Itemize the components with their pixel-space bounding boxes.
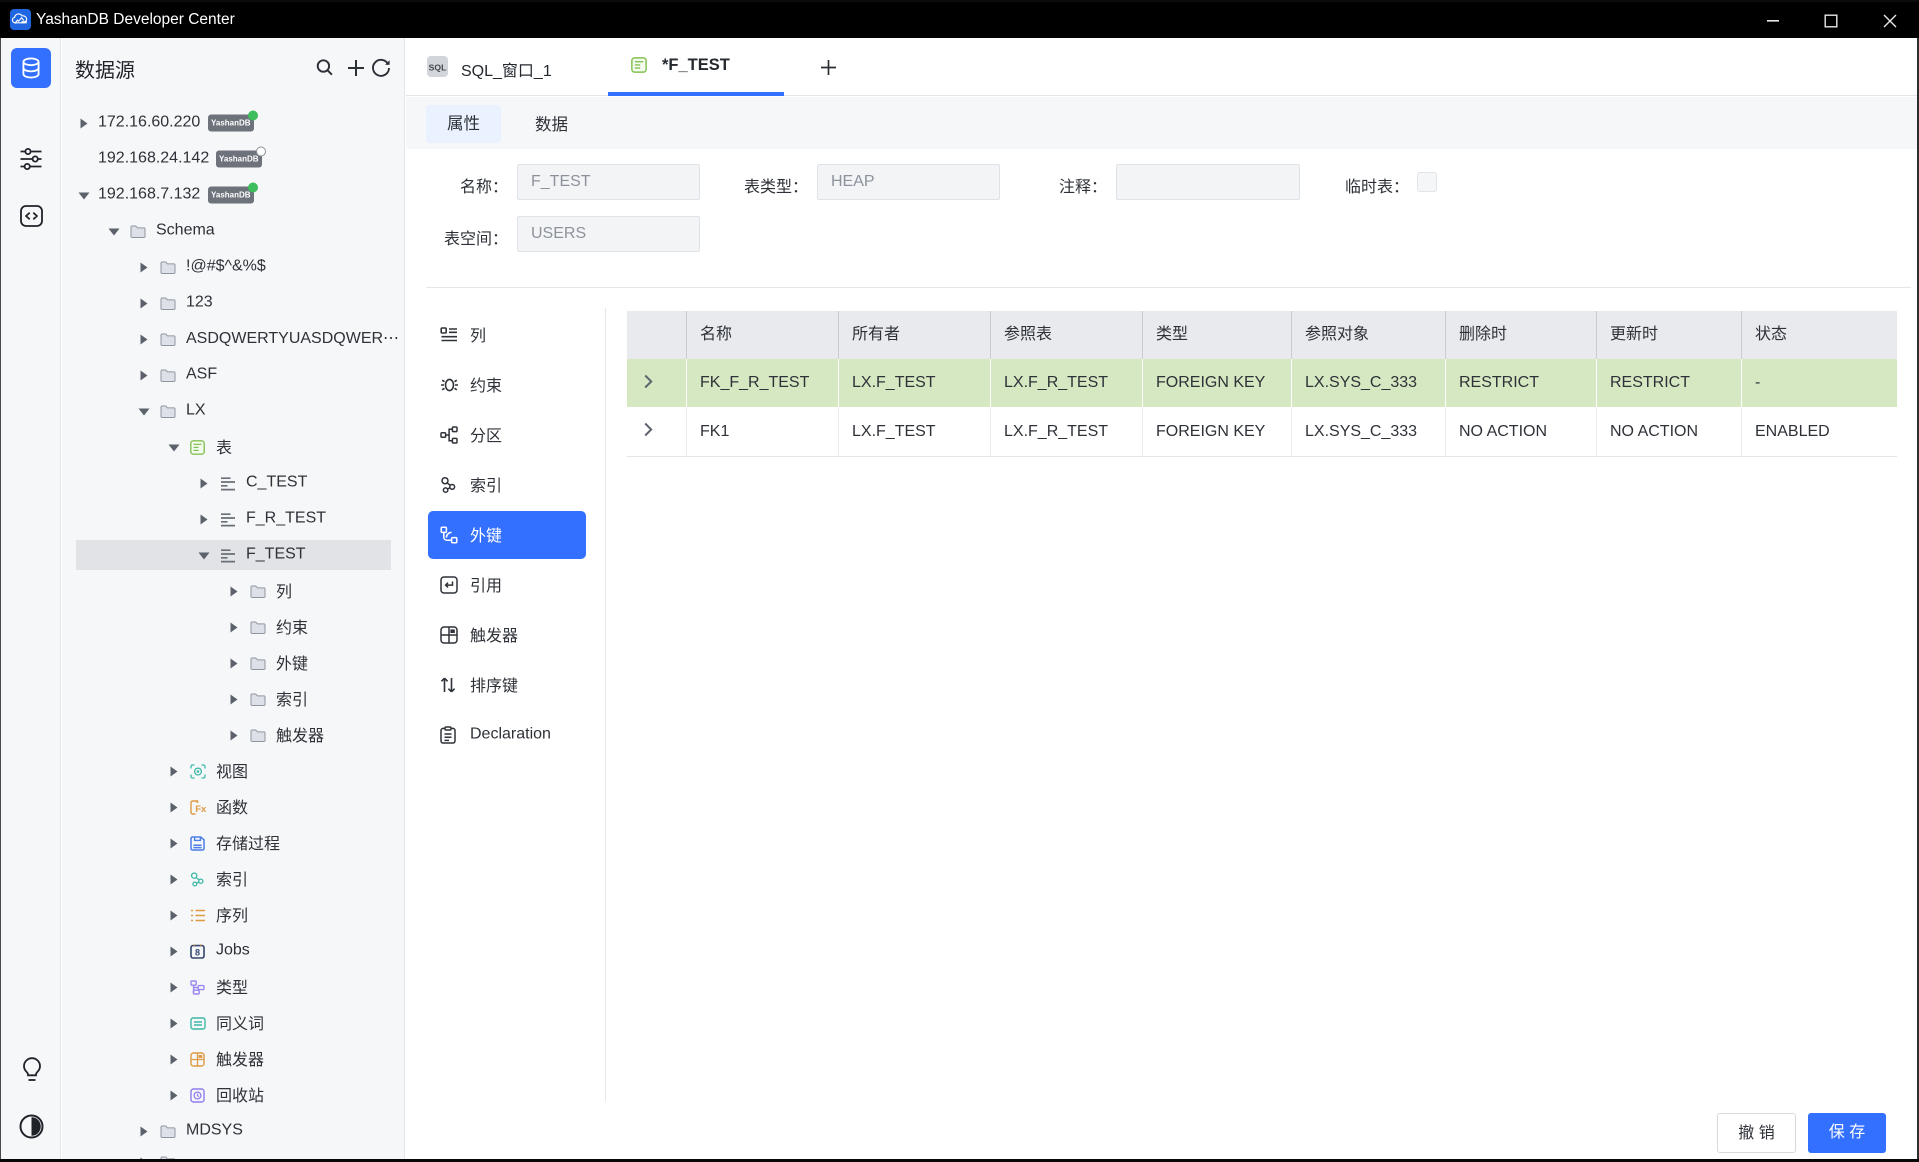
svg-text:8: 8 [195,947,200,957]
svg-text:Fx: Fx [195,804,206,815]
svg-text:SQL: SQL [429,63,447,73]
